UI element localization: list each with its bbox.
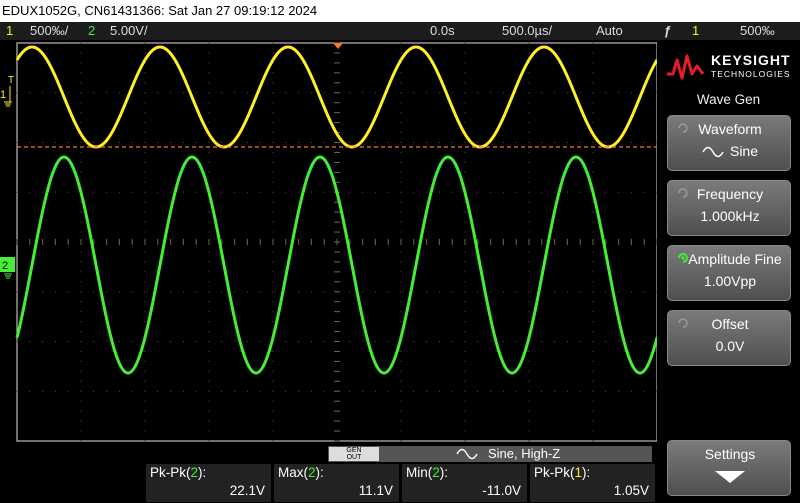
trigger-source[interactable]: 1	[692, 22, 699, 40]
ch1-scale[interactable]: 500‰/	[30, 22, 68, 40]
measurement-pk-pk-2[interactable]: Pk-Pk(2): 22.1V	[146, 464, 271, 502]
trigger-level[interactable]: 500‰	[740, 22, 775, 40]
waveform-display[interactable]: T 1 2	[0, 40, 657, 444]
ch1-number[interactable]: 1	[6, 22, 13, 40]
measurement-value: 11.1V	[358, 483, 393, 498]
ch2-scale[interactable]: 5.00V/	[110, 22, 148, 40]
waveform-value: Sine	[729, 143, 759, 159]
trigger-t-marker: T	[8, 75, 14, 86]
measurement-value: 1.05V	[613, 483, 649, 498]
measurement-max-2[interactable]: Max(2): 11.1V	[274, 464, 399, 502]
measurement-min-2[interactable]: Min(2): -11.0V	[402, 464, 527, 502]
amplitude-fine-label: Amplitude Fine	[688, 251, 782, 267]
bottom-bar: GEN OUT Sine, High-Z Pk-Pk(2): 22.1V Max…	[0, 444, 657, 503]
logo-brand: KEYSIGHT	[711, 52, 791, 68]
wavegen-strip: GEN OUT Sine, High-Z	[328, 446, 652, 462]
frequency-label: Frequency	[696, 186, 764, 202]
ch2-ground-marker: 2	[2, 260, 8, 272]
sine-wave-icon	[702, 147, 724, 158]
title-bar: EDUX1052G, CN61431366: Sat Jan 27 09:19:…	[0, 0, 800, 22]
softkey-panel: KEYSIGHT TECHNOLOGIES Wave Gen Waveform …	[657, 40, 800, 503]
down-arrow-icon	[715, 471, 745, 483]
status-bar: 1 500‰/ 2 5.00V/ 0.0s 500.0µs/ Auto ƒ 1 …	[0, 22, 800, 40]
time-scale[interactable]: 500.0µs/	[502, 22, 552, 40]
trigger-mode[interactable]: Auto	[596, 22, 623, 40]
measurement-pk-pk-1[interactable]: Pk-Pk(1): 1.05V	[530, 464, 655, 502]
time-offset[interactable]: 0.0s	[430, 22, 455, 40]
settings-label: Settings	[704, 446, 756, 462]
frequency-softkey[interactable]: Frequency 1.000kHz	[667, 180, 791, 236]
menu-title: Wave Gen	[696, 92, 761, 107]
amplitude-fine-value: 1.00Vpp	[703, 273, 757, 289]
settings-softkey[interactable]: Settings	[667, 440, 791, 496]
offset-softkey[interactable]: Offset 0.0V	[667, 310, 791, 366]
ch2-number[interactable]: 2	[88, 22, 95, 40]
amplitude-fine-softkey[interactable]: Amplitude Fine 1.00Vpp	[667, 245, 791, 301]
offset-label: Offset	[711, 316, 749, 332]
sine-wave-icon	[456, 448, 478, 460]
trigger-edge-icon: ƒ	[664, 23, 672, 38]
wavegen-status: Sine, High-Z	[488, 446, 561, 461]
gen-out-button[interactable]: GEN OUT	[329, 447, 379, 461]
keysight-wave-icon	[667, 54, 705, 80]
measurement-value: -11.0V	[482, 483, 521, 498]
ch1-ground-marker: 1	[0, 89, 6, 101]
waveform-softkey[interactable]: Waveform Sine	[667, 115, 791, 171]
offset-value: 0.0V	[715, 338, 745, 354]
waveform-label: Waveform	[698, 121, 762, 137]
logo-subtitle: TECHNOLOGIES	[711, 69, 791, 79]
measurement-value: 22.1V	[229, 483, 265, 498]
frequency-value: 1.000kHz	[700, 208, 760, 224]
window-title: EDUX1052G, CN61431366: Sat Jan 27 09:19:…	[2, 3, 318, 18]
keysight-logo: KEYSIGHT TECHNOLOGIES	[665, 48, 795, 88]
